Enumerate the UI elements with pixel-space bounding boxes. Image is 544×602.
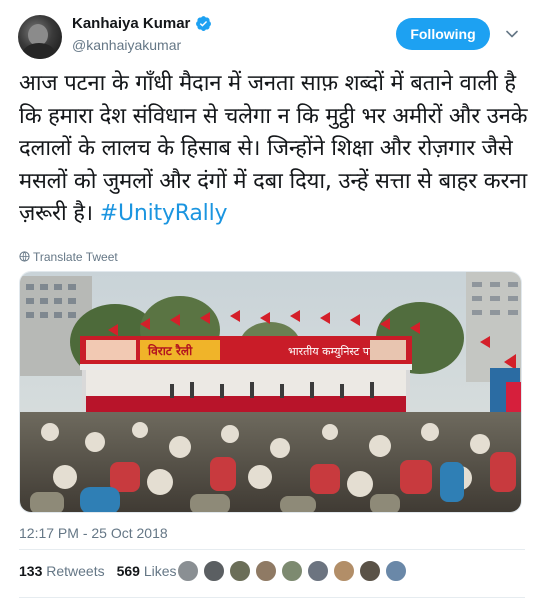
author-avatar[interactable] bbox=[18, 15, 62, 59]
divider-bottom bbox=[19, 597, 525, 598]
hashtag-link[interactable]: #UnityRally bbox=[100, 201, 228, 226]
retweets-stat[interactable]: 133 Retweets bbox=[19, 563, 105, 579]
banner-right-text: भारतीय कम्युनिस्ट पार्टी bbox=[288, 345, 381, 358]
liker-avatar[interactable] bbox=[281, 560, 303, 582]
following-button[interactable]: Following bbox=[396, 18, 490, 50]
liker-avatar[interactable] bbox=[333, 560, 355, 582]
tweet-timestamp[interactable]: 12:17 PM - 25 Oct 2018 bbox=[19, 525, 168, 541]
translate-label: Translate Tweet bbox=[33, 250, 118, 264]
author-name[interactable]: Kanhaiya Kumar bbox=[72, 15, 190, 32]
liker-avatar[interactable] bbox=[203, 560, 225, 582]
translate-tweet-link[interactable]: Translate Tweet bbox=[19, 250, 118, 264]
likes-count: 569 bbox=[116, 563, 140, 579]
rally-photo-illustration: विराट रैली भारतीय कम्युनिस्ट पार्टी bbox=[20, 272, 521, 512]
engagement-stats: 133 Retweets 569 Likes bbox=[19, 563, 177, 579]
avatar-body bbox=[22, 43, 56, 59]
liker-avatar[interactable] bbox=[255, 560, 277, 582]
likes-stat[interactable]: 569 Likes bbox=[117, 563, 177, 579]
tweet-body: आज पटना के गाँधी मैदान में जनता साफ़ शब्… bbox=[19, 71, 535, 226]
verified-badge-icon bbox=[196, 16, 211, 31]
tweet-photo[interactable]: विराट रैली भारतीय कम्युनिस्ट पार्टी bbox=[19, 271, 522, 513]
author-handle[interactable]: @kanhaiyakumar bbox=[72, 37, 181, 53]
liker-avatar[interactable] bbox=[307, 560, 329, 582]
retweets-count: 133 bbox=[19, 563, 43, 579]
chevron-down-icon[interactable] bbox=[504, 26, 520, 42]
retweets-label: Retweets bbox=[46, 563, 105, 579]
banner-left-text: विराट रैली bbox=[147, 344, 193, 358]
liker-avatar[interactable] bbox=[177, 560, 199, 582]
likes-label: Likes bbox=[143, 563, 177, 579]
liker-avatar[interactable] bbox=[385, 560, 407, 582]
globe-icon bbox=[19, 251, 30, 262]
tweet-header: Kanhaiya Kumar @kanhaiyakumar Following bbox=[0, 0, 544, 66]
liker-avatar[interactable] bbox=[359, 560, 381, 582]
divider-top bbox=[19, 549, 525, 550]
liker-avatar[interactable] bbox=[229, 560, 251, 582]
tweet-text: आज पटना के गाँधी मैदान में जनता साफ़ शब्… bbox=[19, 68, 529, 231]
